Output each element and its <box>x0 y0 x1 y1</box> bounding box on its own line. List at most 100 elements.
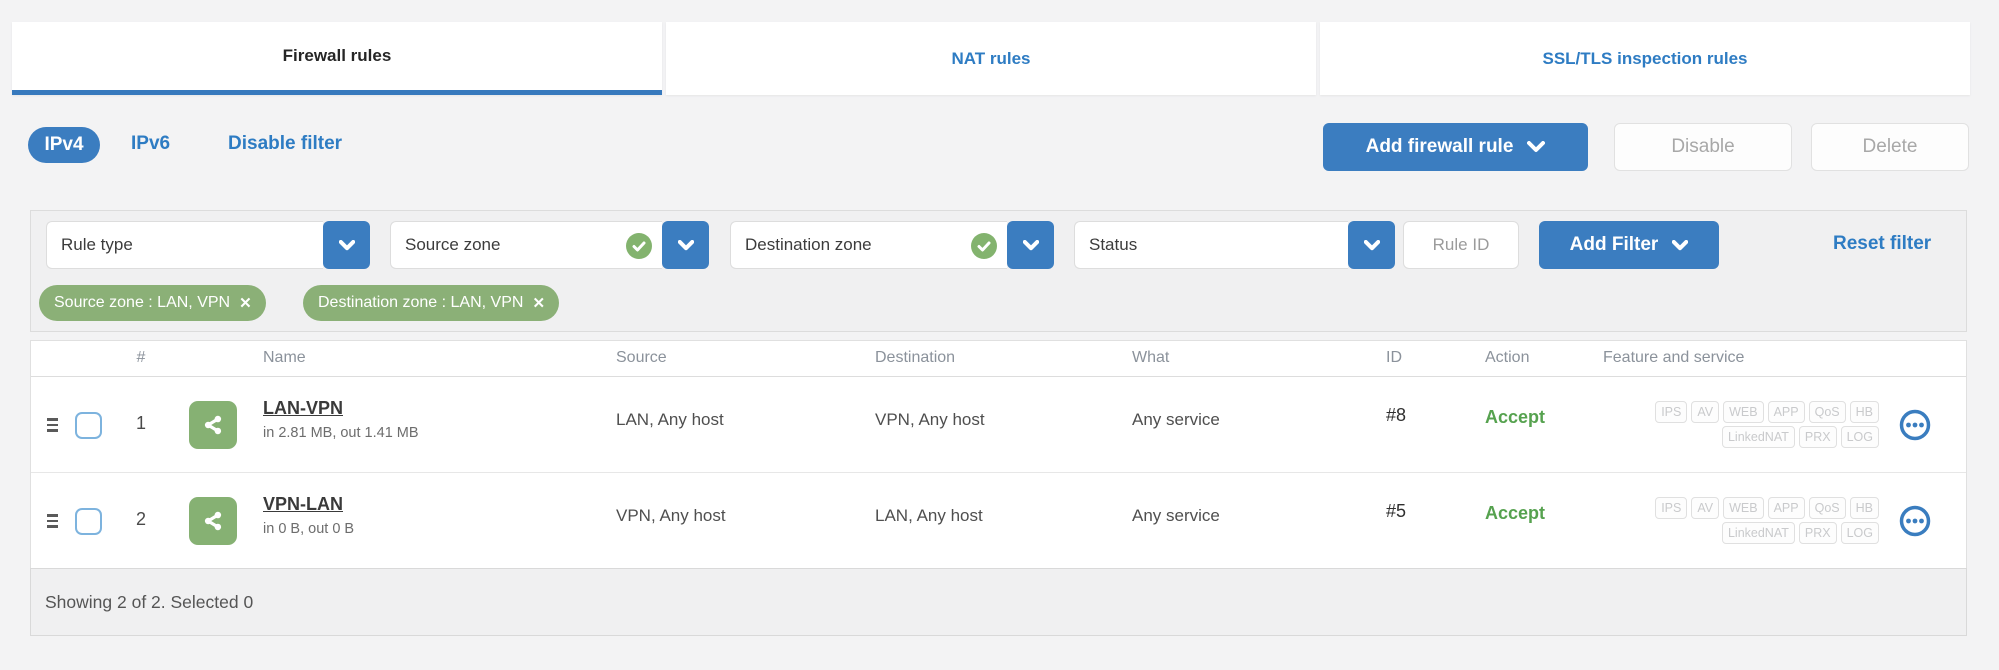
add-filter-label: Add Filter <box>1569 234 1659 255</box>
add-firewall-rule-label: Add firewall rule <box>1365 136 1514 157</box>
filter-panel: Rule type Source zone Destination zone S… <box>30 210 1967 332</box>
ellipsis-circle-icon <box>1899 505 1931 537</box>
rule-action: Accept <box>1485 407 1546 427</box>
chevron-down-icon[interactable] <box>323 221 370 269</box>
rule-traffic: in 0 B, out 0 B <box>263 521 355 537</box>
rule-id: #8 <box>1386 405 1407 425</box>
remove-chip-icon[interactable]: ✕ <box>532 294 545 312</box>
rule-name-cell: VPN-LAN in 0 B, out 0 B <box>263 494 354 537</box>
drag-handle[interactable] <box>47 511 59 531</box>
col-header-what: What <box>1132 349 1170 366</box>
network-rule-icon[interactable] <box>189 497 237 545</box>
delete-button[interactable]: Delete <box>1811 123 1969 171</box>
rule-tabs: Firewall rules NAT rules SSL/TLS inspect… <box>12 22 1970 95</box>
tab-nat-rules[interactable]: NAT rules <box>666 22 1316 95</box>
feature-badge: IPS <box>1655 401 1688 423</box>
reset-filter-link[interactable]: Reset filter <box>1833 233 1931 255</box>
table-row: 2 VPN-LAN in 0 B, out 0 B VPN, Any host … <box>31 473 1966 569</box>
rule-name-link[interactable]: VPN-LAN <box>263 494 343 515</box>
remove-chip-icon[interactable]: ✕ <box>239 294 252 312</box>
destination-zone-dropdown-label: Destination zone <box>745 235 872 254</box>
feature-badge: QoS <box>1808 401 1846 423</box>
rule-destination: LAN, Any host <box>875 506 983 525</box>
feature-badge: APP <box>1767 497 1805 519</box>
rule-feature-badges: IPS AV WEB APP QoS HB LinkedNAT PRX LOG <box>1586 497 1879 547</box>
showing-status-text: Showing 2 of 2. Selected 0 <box>45 591 254 612</box>
table-row: 1 LAN-VPN in 2.81 MB, out 1.41 MB LAN, A… <box>31 377 1966 473</box>
col-header-action: Action <box>1485 349 1530 366</box>
feature-badge: LOG <box>1840 426 1879 448</box>
chevron-down-icon <box>1672 239 1689 250</box>
row-checkbox[interactable] <box>75 508 102 535</box>
rule-name-link[interactable]: LAN-VPN <box>263 398 343 419</box>
source-zone-dropdown[interactable]: Source zone <box>390 221 709 269</box>
table-footer: Showing 2 of 2. Selected 0 <box>30 568 1967 636</box>
rule-destination: VPN, Any host <box>875 410 985 429</box>
feature-badge: LinkedNAT <box>1721 522 1795 544</box>
add-filter-button[interactable]: Add Filter <box>1539 221 1719 269</box>
feature-badge: WEB <box>1723 497 1764 519</box>
filter-active-check-icon <box>626 233 652 259</box>
feature-badge: PRX <box>1798 522 1837 544</box>
rule-action: Accept <box>1485 503 1546 523</box>
feature-badge: HB <box>1849 497 1879 519</box>
disable-filter-link[interactable]: Disable filter <box>228 133 342 155</box>
drag-handle[interactable] <box>47 415 59 435</box>
feature-badge: QoS <box>1808 497 1846 519</box>
rule-feature-badges: IPS AV WEB APP QoS HB LinkedNAT PRX LOG <box>1586 401 1879 451</box>
col-header-id: ID <box>1386 349 1402 366</box>
rule-number: 1 <box>135 413 146 433</box>
col-header-source: Source <box>616 349 667 366</box>
ellipsis-circle-icon <box>1899 409 1931 441</box>
rule-name-cell: LAN-VPN in 2.81 MB, out 1.41 MB <box>263 398 419 441</box>
rule-what: Any service <box>1132 506 1220 525</box>
status-dropdown[interactable]: Status <box>1074 221 1395 269</box>
rule-number: 2 <box>135 509 146 529</box>
firewall-rules-table: # Name Source Destination What ID Action… <box>30 340 1967 569</box>
rule-id-input[interactable] <box>1403 221 1519 269</box>
table-header-row: # Name Source Destination What ID Action… <box>31 341 1966 377</box>
tab-ssl-tls-inspection-rules[interactable]: SSL/TLS inspection rules <box>1320 22 1970 95</box>
feature-badge: LOG <box>1840 522 1879 544</box>
source-zone-dropdown-label: Source zone <box>405 235 501 254</box>
col-header-feature: Feature and service <box>1603 349 1745 366</box>
rule-type-dropdown-label: Rule type <box>61 235 133 254</box>
col-header-destination: Destination <box>875 349 956 366</box>
filter-chip-source-zone: Source zone : LAN, VPN ✕ <box>39 285 266 321</box>
filter-chip-label: Source zone : LAN, VPN <box>54 294 231 311</box>
row-menu-button[interactable] <box>1899 505 1931 537</box>
rule-traffic: in 2.81 MB, out 1.41 MB <box>263 425 419 441</box>
ipv6-toggle[interactable]: IPv6 <box>131 133 170 155</box>
filter-chip-destination-zone: Destination zone : LAN, VPN ✕ <box>303 285 560 321</box>
col-header-name: Name <box>263 349 306 366</box>
feature-badge: WEB <box>1723 401 1764 423</box>
chevron-down-icon[interactable] <box>662 221 709 269</box>
rule-type-dropdown[interactable]: Rule type <box>46 221 370 269</box>
row-menu-button[interactable] <box>1899 409 1931 441</box>
rule-source: LAN, Any host <box>616 410 724 429</box>
ipv4-toggle[interactable]: IPv4 <box>28 127 100 163</box>
feature-badge: APP <box>1767 401 1805 423</box>
status-dropdown-label: Status <box>1089 235 1138 254</box>
feature-badge: LinkedNAT <box>1721 426 1795 448</box>
toolbar: IPv4 IPv6 Disable filter Add firewall ru… <box>0 115 1999 175</box>
chevron-down-icon[interactable] <box>1348 221 1395 269</box>
feature-badge: HB <box>1849 401 1879 423</box>
tab-firewall-rules[interactable]: Firewall rules <box>12 22 662 95</box>
col-header-number: # <box>136 349 146 366</box>
chevron-down-icon[interactable] <box>1007 221 1054 269</box>
rule-id: #5 <box>1386 501 1407 521</box>
network-rule-icon[interactable] <box>189 401 237 449</box>
share-nodes-icon <box>204 511 222 531</box>
filter-active-check-icon <box>971 233 997 259</box>
destination-zone-dropdown[interactable]: Destination zone <box>730 221 1054 269</box>
feature-badge: AV <box>1691 497 1720 519</box>
feature-badge: PRX <box>1798 426 1837 448</box>
add-firewall-rule-button[interactable]: Add firewall rule <box>1323 123 1588 171</box>
rule-source: VPN, Any host <box>616 506 726 525</box>
disable-button[interactable]: Disable <box>1614 123 1792 171</box>
filter-chip-label: Destination zone : LAN, VPN <box>318 294 524 311</box>
chevron-down-icon <box>1527 141 1546 152</box>
share-nodes-icon <box>204 415 222 435</box>
row-checkbox[interactable] <box>75 412 102 439</box>
